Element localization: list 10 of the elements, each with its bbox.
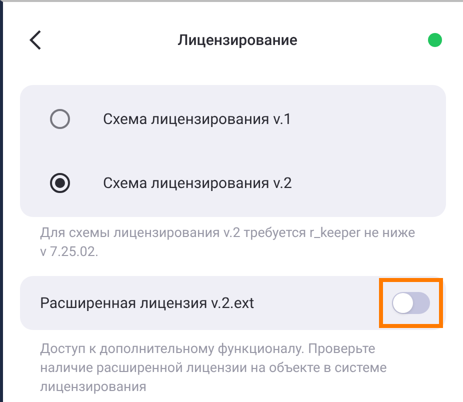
screen-title: Лицензирование <box>178 30 298 51</box>
scheme-label: Схема лицензирования v.2 <box>103 172 292 194</box>
scheme-label: Схема лицензирования v.1 <box>103 108 292 130</box>
scheme-option[interactable]: Схема лицензирования v.1 <box>20 87 446 151</box>
back-icon <box>28 29 42 51</box>
extended-license-note: Доступ к дополнительному функционалу. Проверьте наличие расширенной лицензии на объекте в системе лицензирования <box>39 340 388 397</box>
scheme-option[interactable]: Схема лицензирования v.2 <box>20 151 446 215</box>
toggle-switch[interactable] <box>392 292 430 314</box>
extended-license-label: Расширенная лицензия v.2.ext <box>40 292 256 314</box>
scheme-note: Для схемы лицензирования v.2 требуется r_keeper не ниже v 7.25.02. <box>39 224 416 262</box>
